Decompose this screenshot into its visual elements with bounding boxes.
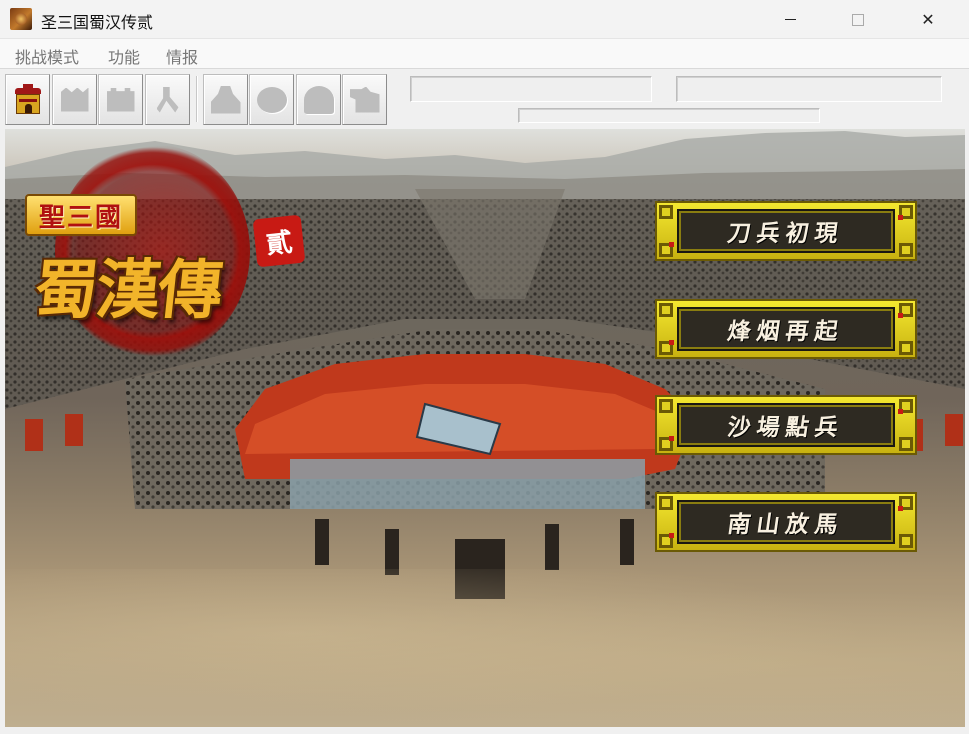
helmet-icon [303, 85, 334, 114]
menu-button-review-troops[interactable]: 沙場點兵 [655, 395, 917, 455]
menu-functions[interactable]: 功能 [108, 44, 140, 68]
fortress-icon [60, 87, 89, 112]
menu-button-label: 烽烟再起 [725, 318, 846, 345]
menu-button-war-rises[interactable]: 烽烟再起 [655, 299, 917, 359]
menu-bar: 挑战模式 功能 情报 [0, 39, 969, 69]
shield-icon [256, 86, 287, 113]
toolbar-general-button[interactable] [203, 74, 248, 125]
status-field-left [410, 76, 652, 102]
minimize-button[interactable] [760, 0, 820, 39]
toolbar-castle-button[interactable] [5, 74, 50, 125]
horse-icon [349, 86, 380, 113]
toolbar-city-wall-button[interactable] [98, 74, 143, 125]
menu-challenge-mode[interactable]: 挑战模式 [15, 44, 79, 68]
toolbar-helmet-button[interactable] [296, 74, 341, 125]
menu-button-label: 沙場點兵 [725, 414, 846, 441]
menu-button-release-horses[interactable]: 南山放馬 [655, 492, 917, 552]
close-icon: ✕ [921, 10, 935, 29]
menu-intel[interactable]: 情报 [166, 44, 198, 68]
logo-number-seal: 貳 [252, 214, 306, 268]
banner-formation [235, 354, 695, 509]
hammer-icon [156, 86, 179, 113]
maximize-button[interactable] [828, 0, 888, 39]
title-bar: 圣三国蜀汉传贰 ✕ [0, 0, 969, 39]
toolbar [0, 70, 969, 128]
app-icon [10, 8, 32, 30]
logo-series-badge: 聖三國 [25, 194, 137, 236]
logo-main-title: 蜀漢傳 [30, 253, 225, 328]
close-button[interactable]: ✕ [898, 0, 958, 39]
menu-button-label: 南山放馬 [725, 511, 846, 538]
menu-button-label: 刀兵初現 [725, 220, 846, 247]
toolbar-shield-button[interactable] [249, 74, 294, 125]
battlefield-ground [5, 569, 965, 727]
maximize-icon [852, 13, 864, 26]
logo-number-text: 貳 [264, 227, 294, 260]
game-logo: 聖三國 蜀漢傳 貳 [5, 129, 315, 369]
status-field-right [676, 76, 942, 102]
castle-icon [13, 83, 43, 116]
window-title: 圣三国蜀汉传贰 [41, 13, 154, 32]
menu-button-first-battle[interactable]: 刀兵初現 [655, 201, 917, 261]
toolbar-hammer-button[interactable] [145, 74, 190, 125]
toolbar-horse-button[interactable] [342, 74, 387, 125]
game-canvas[interactable]: 聖三國 蜀漢傳 貳 刀兵初現 烽烟再起 沙場點兵 南山放馬 [5, 129, 965, 727]
toolbar-fortress-button[interactable] [52, 74, 97, 125]
status-progress-bar [518, 108, 820, 123]
logo-series-text: 聖三國 [38, 202, 123, 233]
city-wall-icon [106, 87, 135, 112]
minimize-icon [784, 19, 796, 20]
general-icon [210, 85, 241, 114]
toolbar-separator [196, 76, 198, 122]
